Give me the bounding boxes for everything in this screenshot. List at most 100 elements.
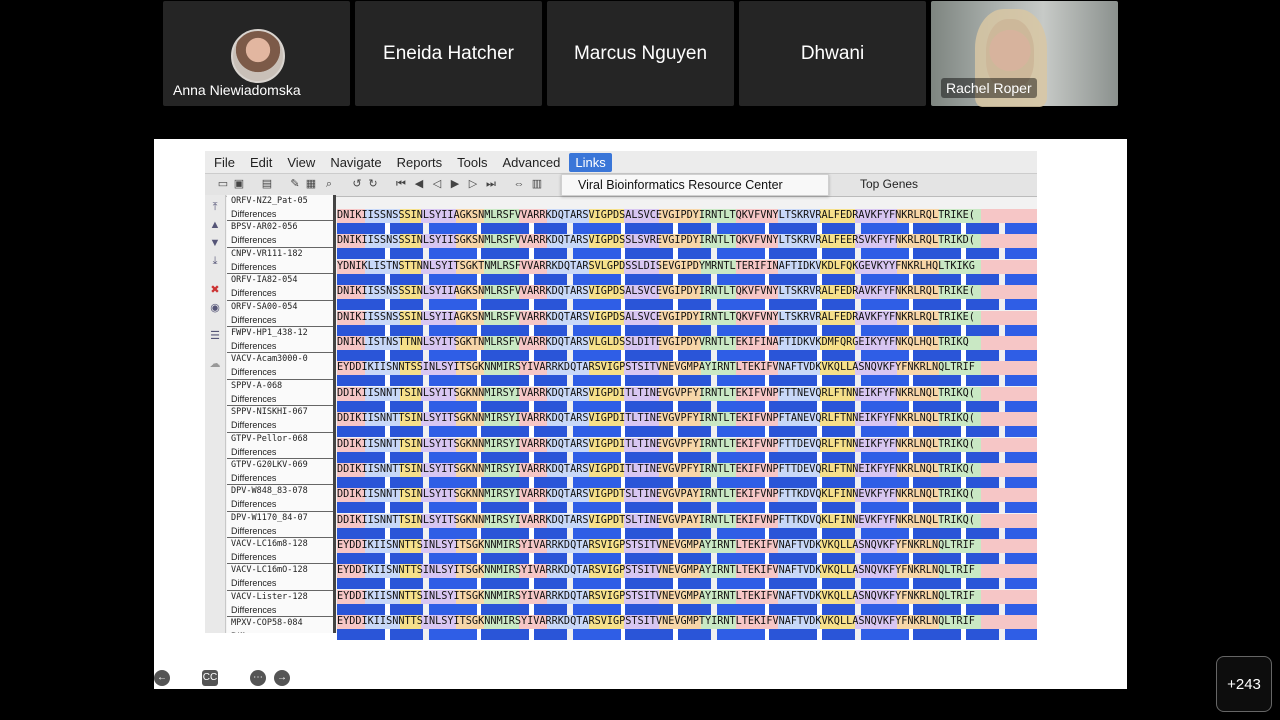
cc-icon[interactable]: CC (202, 670, 218, 686)
sequence-row: EYDDIKIISNNTTSINLSYITSGKNNMIRSYIVARRKDQT… (337, 564, 1037, 590)
sequence-name-row[interactable]: GTPV-G20LKV-069 Differences (227, 459, 333, 486)
differences-label: Differences (231, 261, 277, 272)
sequence-name-row[interactable]: CNPV-VR111-182 Differences (227, 248, 333, 275)
sequence-row: EYDDIKIISNNTTSINLSYITSGKNNMIRSYIVARRKDQT… (337, 539, 1037, 565)
sequence-name: GTPV-G20LKV-069 (231, 459, 308, 470)
scroll-down-icon[interactable]: ▼ (208, 237, 222, 251)
sequence-name: MPXV-COP58-084 (231, 618, 303, 629)
sequence-row: DDIKIISNNTTSINLSYITSGKNNMIRSYIVARRKDQTAR… (337, 386, 1037, 412)
differences-label: Differences (231, 367, 277, 378)
sequence-text: EYDDIKIISNNTTSINLSYITSGKNNMIRSYIVARRKDQT… (337, 615, 1037, 630)
sequence-text: DDIKIISNNTTSINLSYITSGKNNMIRSYIVARRKDQTAR… (337, 412, 1037, 427)
sequence-name: SPPV-NISKHI-067 (231, 407, 308, 418)
sequence-name-row[interactable]: VACV-Acam3000-0 Differences (227, 353, 333, 380)
redo-icon[interactable]: ↻ (367, 178, 379, 190)
sequence-name-row[interactable]: MPXV-COP58-084 Differences (227, 617, 333, 633)
back-arrow-icon[interactable]: ← (154, 670, 170, 686)
sequence-name-row[interactable]: DPV-W1170_84-07 Differences (227, 512, 333, 539)
participant-tile-anna[interactable]: Anna Niewiadomska (163, 1, 350, 106)
sequence-name-row[interactable]: ORFV-NZ2_Pat-05 Differences (227, 195, 333, 222)
sequence-row: EYDDIKIISNNTSSINLSYITSGKNNMIRSYIVARRKDQT… (337, 361, 1037, 387)
sequence-name-row[interactable]: FWPV-HP1_438-12 Differences (227, 327, 333, 354)
next-icon[interactable]: ▶ (449, 178, 461, 190)
pen-icon[interactable]: ✎ (178, 670, 194, 686)
sequence-row: EYDDIKIISNNTTSINLSYITSGKNNMIRSYIVARRKDQT… (337, 589, 1037, 615)
sequence-name: BPSV-AR02-056 (231, 222, 298, 233)
sequence-name-row[interactable]: ORFV-SA00-054 Differences (227, 301, 333, 327)
top-genes-label: Top Genes (860, 177, 919, 191)
sequence-name-row[interactable]: DPV-W848_83-078 Differences (227, 485, 333, 512)
differences-label: Differences (231, 472, 277, 483)
differences-bar (337, 223, 1037, 234)
sequence-text: EYDDIKIISNNTTSINLSYITSGKNNMIRSYIVARRKDQT… (337, 539, 1037, 554)
last-icon[interactable]: ⏭ (485, 178, 497, 190)
scroll-up-icon[interactable]: ▲ (208, 219, 222, 233)
align-icon[interactable]: ⇔ (513, 178, 525, 190)
sequence-row: DNIKIISSNSSSINLSYIISGKSNMLRSFVVARRKDQTAR… (337, 234, 1037, 260)
list-icon[interactable]: ☰ (208, 329, 222, 343)
menu-links[interactable]: Links (569, 152, 612, 172)
sequence-name-row[interactable]: SPPV-NISKHI-067 Differences (227, 406, 333, 433)
sequence-name-row[interactable]: SPPV-A-068 Differences (227, 380, 333, 407)
participant-tile-dhwani[interactable]: Dhwani (739, 1, 926, 106)
sequence-text: EYDDIKIISNNTTSINLSYITSGKNNMIRSYIVARRKDQT… (337, 564, 1037, 579)
sequence-name-row[interactable]: VACV-LC16mO-128 Differences (227, 564, 333, 591)
forward-icon[interactable]: ▷ (467, 178, 479, 190)
sequence-row: DNIKIISSNSSSINLSYIIAGKSNMLRSFVVARRKDQTAR… (337, 285, 1037, 311)
sequence-text: DDIKIISNNTTSINLSYITSGKNNMIRSYIVARRKDQTAR… (337, 437, 1037, 452)
menu-navigate[interactable]: Navigate (324, 153, 387, 172)
print-icon[interactable]: ▤ (261, 178, 273, 190)
sequence-row: DNIKLISTNSTTNNLSYITSGKTNMLRSFVVARRKDQTAR… (337, 335, 1037, 361)
forward-arrow-icon[interactable]: → (274, 670, 290, 686)
differences-bar (337, 273, 1037, 285)
back-icon[interactable]: ◁ (431, 178, 443, 190)
participant-tile-eneida[interactable]: Eneida Hatcher (355, 1, 542, 106)
sequence-name-row[interactable]: ORFV-IA82-054 Differences (227, 274, 333, 301)
participant-tile-marcus[interactable]: Marcus Nguyen (547, 1, 734, 106)
columns-icon[interactable]: ▥ (531, 178, 543, 190)
sequence-row: DDIKIISNNTTSINLSYITSGKNNMIRSYIVARRKDQTAR… (337, 462, 1037, 488)
menu-reports[interactable]: Reports (391, 153, 449, 172)
eye-icon[interactable]: ◉ (208, 301, 222, 315)
differences-label: Differences (231, 393, 277, 404)
differences-bar (337, 299, 1037, 311)
sequence-row: DDIKIISNNTTSINLSYITSGKNNMIRSYIVARRKDQTAR… (337, 513, 1037, 539)
sequence-text: DNIKIISSNSSSINLSYIIAGKSNMLRSFVVARRKDQTAR… (337, 310, 1037, 325)
save-icon[interactable]: ▣ (233, 178, 245, 190)
shared-screen: File Edit View Navigate Reports Tools Ad… (154, 139, 1127, 689)
sequence-name: ORFV-SA00-054 (231, 301, 298, 312)
sequence-name-row[interactable]: GTPV-Pellor-068 Differences (227, 433, 333, 459)
sequence-text: EYDDIKIISNNTSSINLSYITSGKNNMIRSYIVARRKDQT… (337, 361, 1037, 376)
participant-name: Rachel Roper (941, 78, 1037, 98)
open-icon[interactable]: ▭ (217, 178, 229, 190)
find-icon[interactable]: ⌕ (323, 178, 335, 190)
menu-view[interactable]: View (281, 153, 321, 172)
scroll-bottom-icon[interactable]: ⤓ (208, 255, 222, 269)
sequence-name-row[interactable]: BPSV-AR02-056 Differences (227, 221, 333, 248)
sequence-name-row[interactable]: VACV-LC16m8-128 Differences (227, 538, 333, 565)
grid-icon[interactable]: ▦ (305, 178, 317, 190)
menu-edit[interactable]: Edit (244, 153, 278, 172)
sequence-name-row[interactable]: VACV-Lister-128 Differences (227, 591, 333, 618)
video-off-icon[interactable]: ⊘ (226, 670, 242, 686)
participant-tile-rachel[interactable]: Rachel Roper (931, 1, 1118, 107)
sequence-name: DPV-W848_83-078 (231, 486, 308, 497)
sequence-name: GTPV-Pellor-068 (231, 433, 308, 444)
edit-icon[interactable]: ✎ (289, 178, 301, 190)
more-icon[interactable]: ⋯ (250, 670, 266, 686)
menu-tools[interactable]: Tools (451, 153, 493, 172)
scroll-top-icon[interactable]: ⤒ (208, 201, 222, 215)
first-icon[interactable]: ⏮ (395, 178, 407, 190)
sequence-name: VACV-Acam3000-0 (231, 354, 308, 365)
menu-file[interactable]: File (208, 153, 241, 172)
sequence-name: VACV-LC16mO-128 (231, 565, 308, 576)
menu-advanced[interactable]: Advanced (497, 153, 567, 172)
cloud-icon[interactable]: ☁ (208, 357, 222, 371)
sequence-row: DDIKIISNNTTSINLSYITSGKNNMIRSYIVARRKDQTAR… (337, 437, 1037, 463)
more-participants-button[interactable]: +243 (1216, 656, 1272, 712)
links-dropdown-item[interactable]: Viral Bioinformatics Resource Center (561, 174, 829, 196)
remove-icon[interactable]: ✖ (208, 283, 222, 297)
sequence-row: DNIKIISSNSSSINLSYIIAGKSNMLRSFVVARRKDQTAR… (337, 310, 1037, 336)
prev-icon[interactable]: ◀ (413, 178, 425, 190)
undo-icon[interactable]: ↺ (351, 178, 363, 190)
